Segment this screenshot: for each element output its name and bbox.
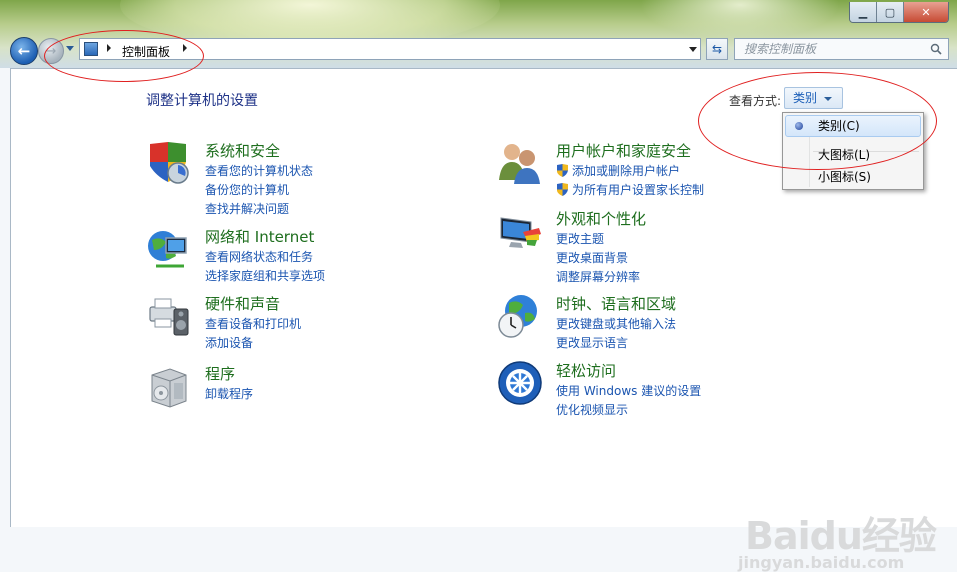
- link-text: 为所有用户设置家长控制: [572, 183, 705, 197]
- link-troubleshoot[interactable]: 查找并解决问题: [205, 200, 289, 217]
- programs-box-icon: [151, 368, 187, 408]
- minimize-button[interactable]: ▁: [850, 2, 877, 22]
- link-view-devices-printers[interactable]: 查看设备和打印机: [205, 315, 301, 332]
- link-add-remove-accounts[interactable]: 添加或删除用户帐户: [556, 162, 680, 179]
- link-add-device[interactable]: 添加设备: [205, 334, 253, 351]
- users-icon: [499, 144, 540, 184]
- uac-shield-icon: [557, 164, 568, 177]
- category-title[interactable]: 硬件和声音: [205, 293, 280, 314]
- printer-speaker-icon: [149, 298, 189, 336]
- category-title[interactable]: 程序: [205, 363, 235, 384]
- category-title[interactable]: 外观和个性化: [556, 208, 646, 229]
- link-view-network-status[interactable]: 查看网络状态和任务: [205, 248, 313, 265]
- address-dropdown-icon[interactable]: [689, 47, 697, 52]
- search-icon[interactable]: [930, 43, 942, 55]
- link-text: 添加或删除用户帐户: [572, 164, 681, 178]
- caption-buttons: ▁ ▢ ✕: [849, 2, 949, 23]
- link-uninstall-program[interactable]: 卸载程序: [205, 385, 253, 402]
- menu-item-label: 小图标(S): [818, 170, 871, 184]
- shield-computer-icon: [150, 142, 189, 184]
- link-optimize-video[interactable]: 优化视频显示: [556, 401, 628, 418]
- category-title[interactable]: 用户帐户和家庭安全: [556, 140, 691, 161]
- watermark-url: jingyan.baidu.com: [738, 553, 905, 572]
- link-change-background[interactable]: 更改桌面背景: [556, 249, 628, 266]
- page-title: 调整计算机的设置: [146, 93, 258, 109]
- back-button[interactable]: ←: [10, 37, 38, 65]
- search-input[interactable]: [735, 39, 934, 59]
- refresh-button[interactable]: ⇆: [706, 38, 728, 60]
- link-homegroup-sharing[interactable]: 选择家庭组和共享选项: [205, 267, 325, 284]
- close-button[interactable]: ✕: [904, 2, 948, 22]
- clock-globe-icon: [498, 295, 537, 338]
- link-change-input-method[interactable]: 更改键盘或其他输入法: [556, 315, 676, 332]
- link-adjust-resolution[interactable]: 调整屏幕分辨率: [556, 268, 640, 285]
- uac-shield-icon: [557, 183, 568, 196]
- category-title[interactable]: 系统和安全: [205, 140, 280, 161]
- link-change-theme[interactable]: 更改主题: [556, 230, 604, 247]
- search-box[interactable]: [734, 38, 949, 60]
- link-recommended-settings[interactable]: 使用 Windows 建议的设置: [556, 382, 701, 399]
- link-change-display-language[interactable]: 更改显示语言: [556, 334, 628, 351]
- category-title[interactable]: 轻松访问: [556, 360, 616, 381]
- link-backup-computer[interactable]: 备份您的计算机: [205, 181, 289, 198]
- appearance-monitor-icon: [500, 217, 541, 248]
- annotation-ellipse: [698, 72, 937, 170]
- link-parental-controls[interactable]: 为所有用户设置家长控制: [556, 181, 704, 198]
- maximize-button[interactable]: ▢: [877, 2, 904, 22]
- ease-of-access-icon: [498, 361, 542, 405]
- link-view-computer-status[interactable]: 查看您的计算机状态: [205, 162, 313, 179]
- network-globe-icon: [148, 231, 187, 268]
- category-title[interactable]: 网络和 Internet: [205, 226, 314, 247]
- annotation-ellipse: [44, 30, 204, 82]
- category-title[interactable]: 时钟、语言和区域: [556, 293, 676, 314]
- watermark-brand: Baidu经验: [745, 514, 937, 558]
